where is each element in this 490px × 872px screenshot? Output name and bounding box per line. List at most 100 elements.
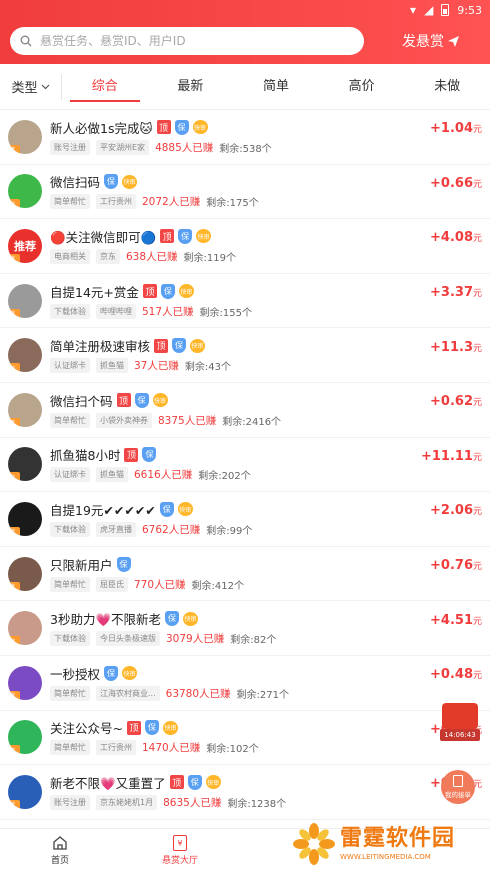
earned-number: 6616 <box>134 469 161 482</box>
tab-latest[interactable]: 最新 <box>148 64 234 110</box>
task-row[interactable]: ♛ 抓鱼猫8小时顶保认证绑卡 抓鱼猫 6616人已赚 剩余:202个 +11.11元 <box>0 438 490 493</box>
task-row[interactable]: 推荐 ♛ 🔴关注微信即可🔵 顶保快审 电商相关 京东 638人已赚 剩余:119个 +4.08元 <box>0 219 490 274</box>
task-tag: 认证绑卡 <box>50 358 90 374</box>
guarantee-shield-icon: 保 <box>172 338 187 354</box>
earned-count: 63780人已赚 <box>166 686 231 701</box>
vip-crown-icon: ♛ <box>8 417 20 427</box>
earned-suffix: 人已赚 <box>168 742 201 755</box>
task-price: +4.51元 <box>420 613 482 628</box>
task-row[interactable]: ♛ 新老不限💗又重置了顶保快审 账号注册 京东姥姥机1月 8635人已赚 剩余:1238个… <box>0 765 490 820</box>
pinned-badge-icon: 顶 <box>124 447 139 462</box>
earned-suffix: 人已赚 <box>162 305 194 318</box>
my-orders-label: 我的接单 <box>445 791 471 799</box>
task-row[interactable]: ♛ 微信扫码保快审 简单帮忙 工行贵州 2072人已赚 剩余:175个 +0.66元 <box>0 165 490 220</box>
task-title: 新老不限💗又重置了 <box>50 775 166 791</box>
price-unit: 元 <box>472 452 482 463</box>
tab-not-done[interactable]: 未做 <box>404 64 490 110</box>
task-row[interactable]: ♛ 只限新用户保简单帮忙 屈臣氏 770人已赚 剩余:412个 +0.76元 <box>0 547 490 602</box>
price-unit: 元 <box>472 179 482 190</box>
task-price: +4.08元 <box>420 230 482 245</box>
tab-comprehensive[interactable]: 综合 <box>62 64 148 110</box>
price-unit: 元 <box>472 398 482 409</box>
earned-number: 770 <box>134 578 155 591</box>
task-tag: 下载体验 <box>50 303 90 319</box>
status-time: 9:53 <box>457 3 482 17</box>
task-row[interactable]: ♛ 一秒授权保快审 简单帮忙 江海农村商业... 63780人已赚 剩余:271个 +0.4… <box>0 656 490 711</box>
type-label: 类型 <box>11 81 38 96</box>
price-value: +2.06 <box>430 503 473 519</box>
nav-home[interactable]: 首页 <box>0 829 120 872</box>
task-row[interactable]: ♛ 新人必做1s完成🐱 顶保快审 账号注册 平安湖州E家 4885人已赚 剩余:538个 +1… <box>0 110 490 165</box>
task-avatar: ♛ <box>8 720 42 755</box>
price-unit: 元 <box>472 289 482 300</box>
task-avatar: ♛ <box>8 556 42 591</box>
earned-suffix: 人已赚 <box>160 469 193 482</box>
task-tag: 简单帮忙 <box>50 412 90 428</box>
search-box[interactable] <box>10 27 364 55</box>
task-title: 微信扫个码 <box>50 393 113 409</box>
task-tag: 小袋外卖神券 <box>96 412 152 428</box>
task-title: 自提14元+赏金 <box>50 284 139 300</box>
fast-review-badge-icon: 快审 <box>122 174 138 189</box>
remaining-count: 剩余:271个 <box>236 689 290 701</box>
my-orders-button[interactable]: 我的接单 <box>441 770 475 804</box>
task-title: 抓鱼猫8小时 <box>50 448 121 464</box>
remaining-count: 剩余:2416个 <box>222 416 282 428</box>
task-row[interactable]: ♛ 自提14元+赏金顶保快审 下载体验 哔哩哔哩 517人已赚 剩余:155个 +3.37元 <box>0 274 490 329</box>
fast-review-badge-icon: 快审 <box>205 775 221 790</box>
task-row[interactable]: ♛ 简单注册极速审核顶保快审 认证绑卡 抓鱼猫 37人已赚 剩余:43个 +11.3元 <box>0 328 490 383</box>
vip-crown-icon: ♛ <box>8 199 20 209</box>
task-info: 3秒助力💗不限新老保快审 下载体验 今日头条极速版 3079人已赚 剩余:82个 <box>50 609 420 648</box>
earned-number: 517 <box>142 305 163 318</box>
bounty-hall-icon: ¥ <box>173 835 187 851</box>
nav-home-label: 首页 <box>50 856 69 866</box>
task-avatar: ♛ <box>8 392 42 427</box>
post-bounty-button[interactable]: 发悬赏 <box>402 31 459 51</box>
remaining-count: 剩余:538个 <box>219 143 272 155</box>
earned-count: 517人已赚 <box>142 304 194 319</box>
pinned-badge-icon: 顶 <box>156 120 171 135</box>
timer-redpacket[interactable]: 14:06:43 <box>440 703 480 743</box>
earned-number: 2072 <box>142 196 169 209</box>
task-title: 只限新用户 <box>50 557 113 573</box>
task-price: +0.76元 <box>420 558 482 573</box>
vip-crown-icon: ♛ <box>8 690 20 700</box>
type-dropdown[interactable]: 类型 <box>0 73 62 100</box>
task-avatar: ♛ <box>8 774 42 809</box>
send-icon <box>448 35 459 47</box>
tab-simple[interactable]: 简单 <box>233 64 319 110</box>
price-value: +0.66 <box>430 175 473 191</box>
tab-high-price[interactable]: 高价 <box>319 64 405 110</box>
nav-bounty-hall[interactable]: ¥ 悬赏大厅 <box>120 829 240 872</box>
fast-review-badge-icon: 快审 <box>183 611 199 626</box>
task-tag: 今日头条极速版 <box>96 631 160 647</box>
redpacket-icon <box>442 703 478 729</box>
task-info: 关注公众号~ 顶保快审 简单帮忙 工行贵州 1470人已赚 剩余:102个 <box>50 718 420 757</box>
task-meta: 认证绑卡 抓鱼猫 37人已赚 剩余:43个 <box>50 357 420 375</box>
earned-suffix: 人已赚 <box>154 578 186 591</box>
fast-review-badge-icon: 快审 <box>152 393 168 408</box>
task-info: 自提14元+赏金顶保快审 下载体验 哔哩哔哩 517人已赚 剩余:155个 <box>50 281 420 320</box>
remaining-count: 剩余:175个 <box>206 198 259 210</box>
task-title-line: 关注公众号~ 顶保快审 <box>50 718 420 738</box>
earned-count: 37人已赚 <box>134 358 179 373</box>
search-input[interactable] <box>40 34 340 48</box>
guarantee-shield-icon: 保 <box>134 392 149 408</box>
task-title-line: 新老不限💗又重置了顶保快审 <box>50 772 420 792</box>
task-title-line: 3秒助力💗不限新老保快审 <box>50 609 420 629</box>
task-row[interactable]: ♛关注公众号~顶保快审简单帮忙工行贵州1470人已赚剩余:102个+0.75元 <box>0 711 490 766</box>
task-price: +0.48元 <box>420 667 482 682</box>
task-row[interactable]: ♛ 3秒助力💗不限新老保快审 下载体验 今日头条极速版 3079人已赚 剩余:82个 +4.… <box>0 601 490 656</box>
watermark-logo-icon <box>293 823 335 865</box>
task-price: +0.62元 <box>420 394 482 409</box>
earned-number: 4885 <box>155 141 182 154</box>
task-info: 只限新用户保简单帮忙 屈臣氏 770人已赚 剩余:412个 <box>50 554 420 593</box>
task-row[interactable]: ♛ 自提19元✔✔✔✔✔ 保快审 下载体验 虎牙直播 6762人已赚 剩余:99个 +2.06… <box>0 492 490 547</box>
vip-crown-icon: ♛ <box>8 308 20 318</box>
earned-suffix: 人已赚 <box>168 523 201 536</box>
task-tag: 账号注册 <box>50 794 90 810</box>
task-info: 🔴关注微信即可🔵 顶保快审 电商相关 京东 638人已赚 剩余:119个 <box>50 226 420 265</box>
task-row[interactable]: ♛ 微信扫个码顶保快审 简单帮忙 小袋外卖神券 8375人已赚 剩余:2416个 +0.62… <box>0 383 490 438</box>
status-bar: ▾ ◢ 9:53 <box>0 0 490 20</box>
task-title: 微信扫码 <box>50 175 101 191</box>
